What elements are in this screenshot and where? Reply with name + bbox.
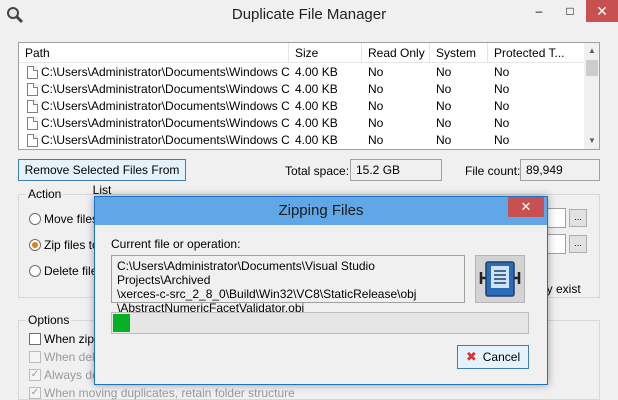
column-header-path[interactable]: Path	[19, 43, 289, 63]
zip-files-radio[interactable]	[29, 239, 41, 251]
cell-system: No	[436, 116, 452, 130]
delete-files-radio[interactable]	[29, 265, 41, 277]
table-row[interactable]: C:\Users\Administrator\Documents\Windows…	[19, 132, 584, 149]
remove-selected-files-button[interactable]: Remove Selected Files From List	[18, 159, 186, 197]
dialog-title: Zipping Files	[278, 202, 364, 219]
scroll-down-icon[interactable]: ▼	[584, 133, 599, 149]
cancel-button[interactable]: ✖ Cancel	[457, 345, 529, 369]
options-group-label: Options	[26, 313, 72, 327]
action-group-label: Action	[26, 187, 64, 201]
dialog-title-bar: Zipping Files ✕	[95, 197, 547, 225]
cell-path: C:\Users\Administrator\Documents\Windows…	[41, 133, 289, 147]
cancel-label: Cancel	[482, 350, 521, 364]
vertical-scrollbar[interactable]: ▲ ▼	[584, 43, 599, 149]
progress-fill	[113, 314, 130, 332]
title-bar: Duplicate File Manager – □ ✕	[0, 0, 618, 30]
retain-folder-structure-checkbox[interactable]: ✓	[29, 387, 41, 399]
cell-size: 4.00 KB	[295, 99, 338, 113]
minimize-icon: –	[535, 4, 543, 18]
duplicate-file-list[interactable]: Path Size Read Only System Protected T..…	[18, 42, 600, 150]
cell-read-only: No	[368, 116, 384, 130]
cell-path: C:\Users\Administrator\Documents\Windows…	[41, 116, 289, 130]
column-header-read-only[interactable]: Read Only	[362, 43, 430, 63]
zip-progress-bar	[111, 312, 529, 334]
cell-read-only: No	[368, 82, 384, 96]
cell-read-only: No	[368, 65, 384, 79]
cell-read-only: No	[368, 133, 384, 147]
cell-size: 4.00 KB	[295, 82, 338, 96]
current-file-path: C:\Users\Administrator\Documents\Visual …	[111, 255, 465, 315]
cell-size: 4.00 KB	[295, 65, 338, 79]
cell-protected: No	[494, 65, 510, 79]
scroll-up-icon[interactable]: ▲	[584, 43, 599, 59]
table-row[interactable]: C:\Users\Administrator\Documents\Windows…	[19, 115, 584, 132]
always-delete-label: Always del	[44, 368, 102, 382]
dialog-close-button[interactable]: ✕	[508, 197, 544, 217]
cell-protected: No	[494, 82, 510, 96]
cell-size: 4.00 KB	[295, 133, 338, 147]
cell-protected: No	[494, 133, 510, 147]
close-icon: ✕	[596, 2, 608, 19]
cell-system: No	[436, 82, 452, 96]
move-browse-button[interactable]: ...	[569, 209, 587, 227]
cell-size: 4.00 KB	[295, 116, 338, 130]
cell-system: No	[436, 99, 452, 113]
move-files-radio[interactable]	[29, 213, 41, 225]
when-deleting-checkbox[interactable]	[29, 351, 41, 363]
when-deleting-label: When dele	[44, 350, 102, 364]
cell-system: No	[436, 65, 452, 79]
maximize-button[interactable]: □	[555, 0, 585, 22]
maximize-icon: □	[566, 4, 574, 18]
when-zipping-checkbox[interactable]	[29, 333, 41, 345]
cell-read-only: No	[368, 99, 384, 113]
column-header-size[interactable]: Size	[289, 43, 362, 63]
zipping-files-dialog: Zipping Files ✕ Current file or operatio…	[94, 196, 548, 385]
cell-path: C:\Users\Administrator\Documents\Windows…	[41, 99, 289, 113]
cell-protected: No	[494, 116, 510, 130]
zip-browse-button[interactable]: ...	[569, 235, 587, 253]
column-header-system[interactable]: System	[430, 43, 488, 63]
cell-path: C:\Users\Administrator\Documents\Windows…	[41, 65, 289, 79]
total-space-label: Total space:	[285, 164, 350, 178]
cancel-x-icon: ✖	[465, 349, 477, 364]
retain-folder-structure-label: When moving duplicates, retain folder st…	[44, 386, 295, 400]
table-row[interactable]: C:\Users\Administrator\Documents\Windows…	[19, 81, 584, 98]
move-files-label[interactable]: Move files	[44, 212, 98, 226]
table-row[interactable]: C:\Users\Administrator\Documents\Windows…	[19, 64, 584, 81]
scrollbar-thumb[interactable]	[586, 60, 598, 76]
file-count-label: File count:	[465, 164, 521, 178]
minimize-button[interactable]: –	[524, 0, 554, 22]
operation-label: Current file or operation:	[111, 237, 241, 251]
zip-archive-icon	[475, 255, 525, 303]
close-button[interactable]: ✕	[586, 0, 618, 22]
always-delete-checkbox[interactable]: ✓	[29, 369, 41, 381]
list-header: Path Size Read Only System Protected T..…	[19, 43, 584, 63]
cell-path: C:\Users\Administrator\Documents\Windows…	[41, 82, 289, 96]
close-icon: ✕	[520, 199, 532, 214]
total-space-value: 15.2 GB	[350, 159, 442, 181]
cell-system: No	[436, 133, 452, 147]
file-count-value: 89,949	[520, 159, 600, 181]
table-row[interactable]: C:\Users\Administrator\Documents\Windows…	[19, 98, 584, 115]
cell-protected: No	[494, 99, 510, 113]
column-header-protected[interactable]: Protected T...	[488, 43, 584, 63]
